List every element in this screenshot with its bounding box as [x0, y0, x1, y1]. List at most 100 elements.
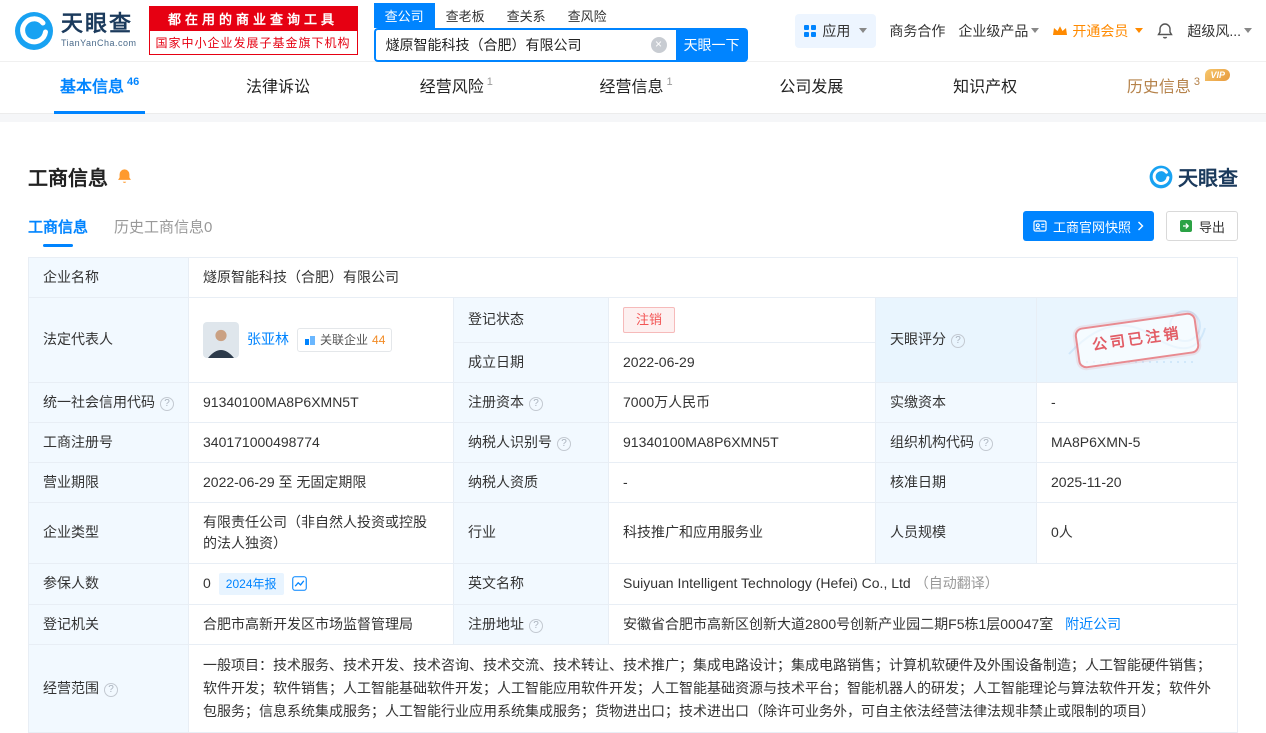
taxpayer-id-value: 91340100MA8P6XMN5T: [608, 421, 876, 463]
export-icon: [1179, 220, 1192, 232]
taxpayer-quality-value: -: [608, 461, 876, 503]
reg-number-value: 340171000498774: [188, 421, 454, 463]
tab-history-info[interactable]: 历史信息 3 VIP: [1126, 62, 1230, 114]
table-row: 企业类型 有限责任公司（非自然人投资或控股的法人独资） 行业 科技推广和应用服务…: [28, 501, 1238, 564]
promo-line2: 国家中小企业发展子基金旗下机构: [148, 31, 358, 55]
help-icon[interactable]: [557, 436, 571, 451]
search-tab-relation[interactable]: 查关系: [496, 3, 557, 28]
chevron-down-icon: [859, 28, 868, 33]
menu-open-vip[interactable]: 开通会员: [1052, 21, 1144, 41]
page-title: 工商信息: [28, 168, 108, 190]
subtab-history-business-info[interactable]: 历史工商信息0: [114, 216, 212, 249]
super-risk-label: 超级风...: [1187, 22, 1241, 39]
apps-label: 应用: [822, 22, 851, 39]
related-companies-badge[interactable]: 关联企业 44: [297, 327, 393, 352]
label-text: 经营范围: [43, 679, 99, 696]
help-icon[interactable]: [104, 682, 118, 697]
tab-operation-info[interactable]: 经营信息 1: [600, 62, 673, 114]
help-icon[interactable]: [979, 436, 993, 451]
clear-icon[interactable]: [650, 37, 667, 53]
paid-capital-label: 实缴资本: [875, 381, 1037, 423]
help-icon[interactable]: [529, 618, 543, 633]
related-companies-count: 44: [372, 332, 386, 347]
table-row: 法定代表人 张亚林 关联企业 44 登记状态 注销 天眼评分? 公司已注销: [28, 297, 1238, 383]
export-button[interactable]: 导出: [1165, 211, 1238, 241]
insured-cell: 0 2024年报: [188, 562, 454, 605]
official-snapshot-button[interactable]: 工商官网快照: [1022, 211, 1154, 241]
approval-date-value: 2025-11-20: [1036, 461, 1238, 503]
search-box: [373, 28, 676, 62]
help-icon[interactable]: [951, 334, 965, 349]
brand-name: 天眼查: [61, 11, 134, 36]
tab-label: 基本信息: [60, 78, 125, 96]
nearby-companies-link[interactable]: 附近公司: [1065, 616, 1121, 632]
chevron-down-icon: [1244, 28, 1252, 33]
notification-bell-icon[interactable]: [1156, 22, 1174, 40]
org-code-value: MA8P6XMN-5: [1036, 421, 1238, 463]
industry-value: 科技推广和应用服务业: [608, 501, 876, 564]
staff-size-label: 人员规模: [875, 501, 1037, 564]
scope-label: 经营范围: [28, 643, 189, 733]
search-input[interactable]: [373, 28, 676, 62]
promo-line1: 都在用的商业查询工具: [148, 6, 358, 31]
term-label: 营业期限: [28, 461, 189, 503]
related-companies-icon: [305, 335, 315, 345]
address-cell: 安徽省合肥市高新区创新大道2800号创新产业园二期F5栋1层00047室 附近公…: [608, 603, 1238, 645]
header-right-menu: 应用 商务合作 企业级产品 开通会员 超级风...: [795, 13, 1252, 48]
menu-super-risk[interactable]: 超级风...: [1187, 21, 1252, 41]
address-value: 安徽省合肥市高新区创新大道2800号创新产业园二期F5栋1层00047室: [623, 615, 1054, 632]
help-icon[interactable]: [160, 396, 174, 411]
menu-business-cooperation[interactable]: 商务合作: [889, 21, 945, 41]
search-button[interactable]: 天眼一下: [675, 28, 748, 62]
approval-date-label: 核准日期: [875, 461, 1037, 503]
table-row: 参保人数 0 2024年报 英文名称 Suiyuan Intelligent T…: [28, 562, 1238, 605]
tab-basic-info[interactable]: 基本信息 46: [53, 62, 146, 114]
legal-rep-cell: 张亚林 关联企业 44: [188, 297, 454, 383]
label-text: 组织机构代码: [890, 433, 974, 450]
tab-label: 公司发展: [779, 78, 844, 96]
table-row: 营业期限 2022-06-29 至 无固定期限 纳税人资质 - 核准日期 202…: [28, 461, 1238, 503]
vip-label: 开通会员: [1072, 22, 1129, 39]
search-tab-company[interactable]: 查公司: [373, 3, 435, 28]
legal-rep-label: 法定代表人: [28, 297, 189, 383]
tab-count: 3: [1193, 76, 1200, 89]
help-icon[interactable]: [529, 396, 543, 411]
search-area: 查公司 查老板 查关系 查风险 天眼一下: [373, 3, 748, 62]
tab-legal-litigation[interactable]: 法律诉讼: [246, 62, 313, 114]
tab-label: 历史信息: [1126, 78, 1191, 96]
legal-rep-link[interactable]: 张亚林: [247, 329, 289, 350]
search-tab-boss[interactable]: 查老板: [435, 3, 496, 28]
menu-enterprise-products[interactable]: 企业级产品: [958, 21, 1040, 41]
authority-value: 合肥市高新开发区市场监督管理局: [188, 603, 454, 645]
business-info-subtabs: 工商信息 历史工商信息0 工商官网快照 导出: [28, 211, 1238, 249]
section-brand-text: 天眼查: [1178, 168, 1238, 190]
table-row: 统一社会信用代码 91340100MA8P6XMN5T 注册资本 7000万人民…: [28, 381, 1238, 423]
tab-company-development[interactable]: 公司发展: [779, 62, 846, 114]
section-divider: [0, 114, 1266, 122]
english-name-cell: Suiyuan Intelligent Technology (Hefei) C…: [608, 562, 1238, 605]
tab-intellectual-property[interactable]: 知识产权: [953, 62, 1020, 114]
trend-icon[interactable]: [291, 576, 307, 591]
company-type-value: 有限责任公司（非自然人投资或控股的法人独资）: [188, 501, 454, 564]
label-text: 注册地址: [468, 615, 524, 632]
legal-rep-avatar[interactable]: [203, 321, 239, 358]
credit-code-value: 91340100MA8P6XMN5T: [188, 381, 454, 423]
tianyancha-logo[interactable]: 天眼查 TianYanCha.com: [14, 11, 137, 51]
status-label: 登记状态: [453, 297, 609, 343]
search-tab-risk[interactable]: 查风险: [557, 3, 618, 28]
menu-enterprise-label: 企业级产品: [958, 22, 1029, 39]
tab-label: 经营信息: [599, 78, 664, 96]
score-label-cell: 天眼评分: [875, 297, 1037, 383]
credit-code-label: 统一社会信用代码: [28, 381, 189, 423]
monitor-bell-icon[interactable]: [116, 168, 133, 185]
apps-menu[interactable]: 应用: [795, 13, 877, 48]
table-row: 登记机关 合肥市高新开发区市场监督管理局 注册地址 安徽省合肥市高新区创新大道2…: [28, 603, 1238, 645]
score-label: 天眼评分: [890, 331, 946, 348]
label-text: 注册资本: [468, 393, 524, 410]
tab-operation-risk[interactable]: 经营风险 1: [420, 62, 493, 114]
logo-text: 天眼查 TianYanCha.com: [61, 11, 137, 49]
status-badge: 注销: [623, 307, 676, 333]
tab-count: 46: [127, 76, 140, 89]
annual-report-badge[interactable]: 2024年报: [218, 572, 284, 595]
subtab-business-info[interactable]: 工商信息: [28, 216, 88, 249]
